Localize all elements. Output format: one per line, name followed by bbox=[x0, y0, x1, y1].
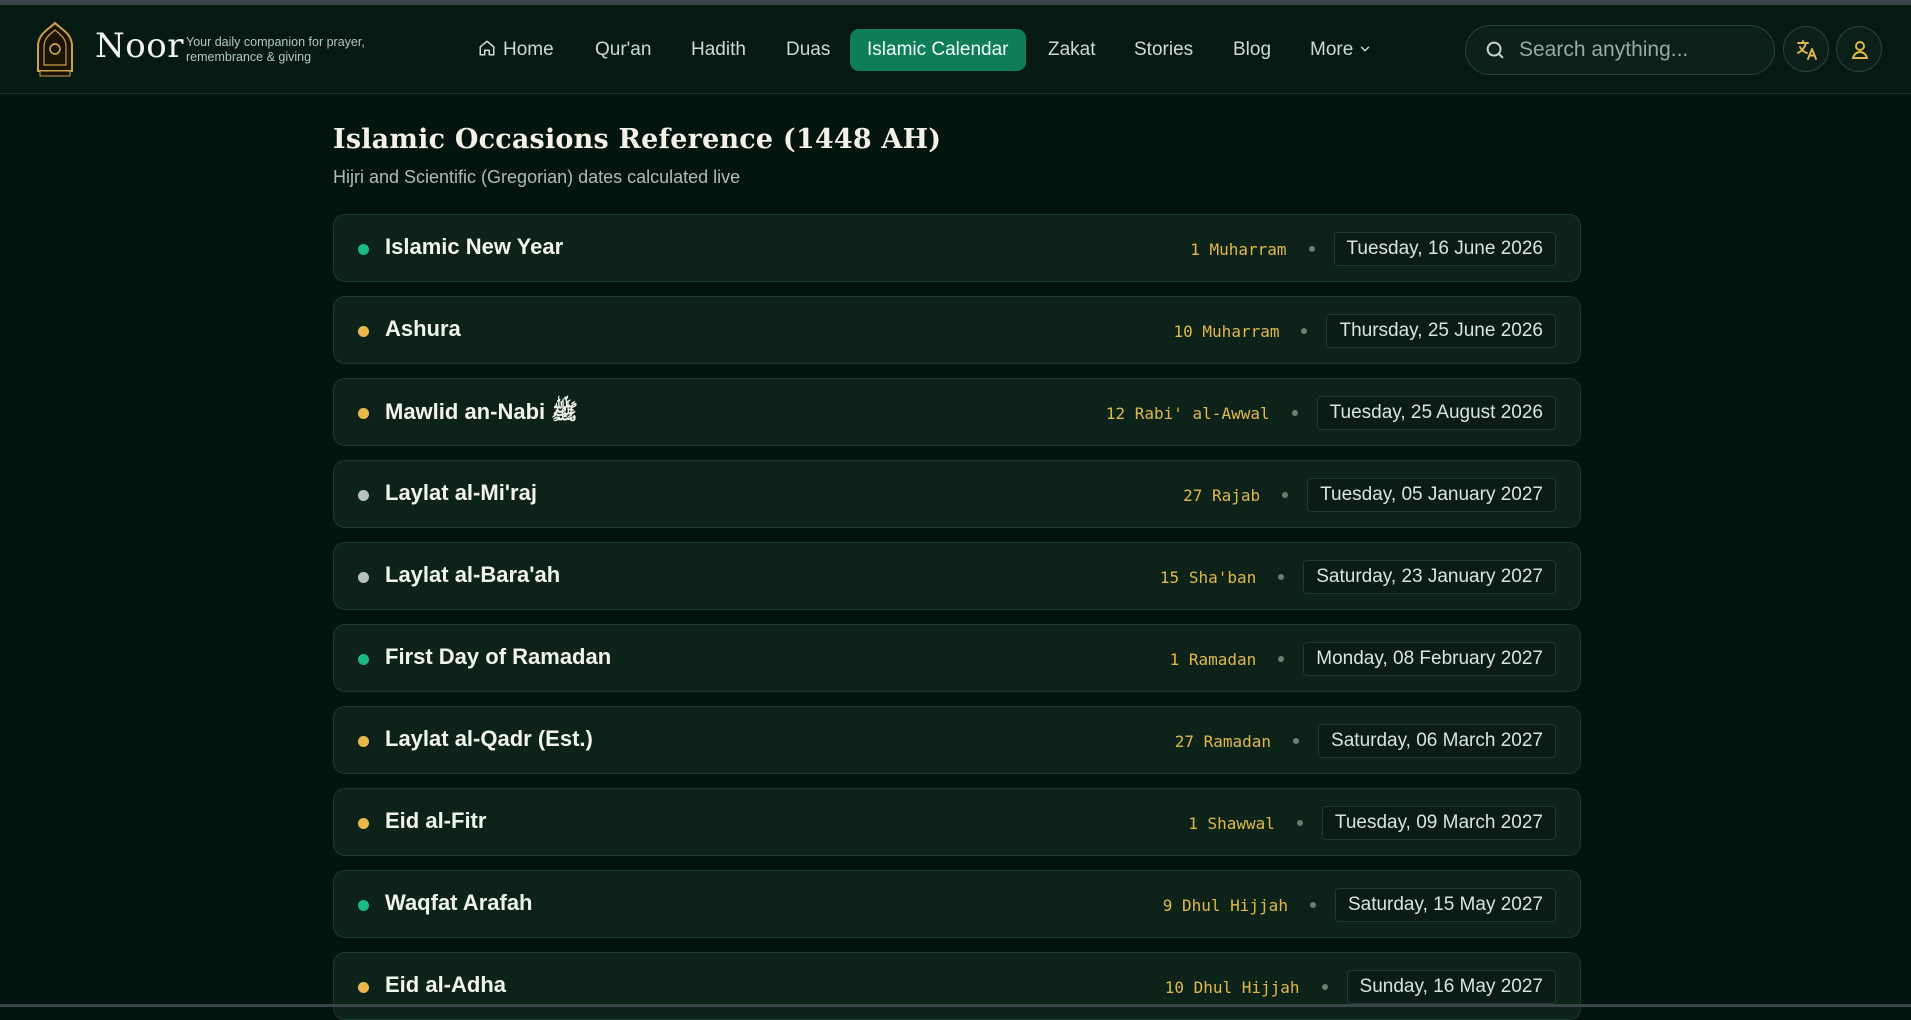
brand-name[interactable]: Noor bbox=[95, 26, 184, 66]
occasion-name: First Day of Ramadan bbox=[385, 644, 612, 669]
nav-home[interactable]: Home bbox=[478, 29, 554, 71]
status-dot bbox=[358, 244, 369, 255]
separator-dot bbox=[1282, 492, 1289, 498]
page-title: Islamic Occasions Reference (1448 AH) bbox=[333, 124, 942, 155]
occasion-dates: 15 Sha'ban Saturday, 23 January 2027 bbox=[1159, 560, 1556, 594]
occasion-dates: 12 Rabi' al-Awwal Tuesday, 25 August 202… bbox=[1105, 396, 1556, 430]
search-box[interactable] bbox=[1465, 25, 1775, 75]
status-dot bbox=[358, 490, 369, 501]
occasion-name: Ashura bbox=[385, 316, 461, 341]
status-dot bbox=[358, 818, 369, 829]
gregorian-date: Monday, 08 February 2027 bbox=[1303, 642, 1556, 676]
occasion-card[interactable]: Waqfat Arafah 9 Dhul Hijjah Saturday, 15… bbox=[333, 870, 1581, 938]
status-dot bbox=[358, 408, 369, 419]
separator-dot bbox=[1293, 738, 1300, 744]
hijri-date: 1 Shawwal bbox=[1188, 813, 1275, 833]
separator-dot bbox=[1309, 902, 1316, 908]
occasion-card[interactable]: First Day of Ramadan 1 Ramadan Monday, 0… bbox=[333, 624, 1581, 692]
gregorian-date: Tuesday, 05 January 2027 bbox=[1307, 478, 1556, 512]
site-header: Noor Your daily companion for prayer, re… bbox=[0, 5, 1911, 94]
hijri-date: 27 Ramadan bbox=[1174, 731, 1272, 751]
noor-logo[interactable] bbox=[35, 21, 75, 77]
occasion-dates: 10 Dhul Hijjah Sunday, 16 May 2027 bbox=[1164, 970, 1556, 1004]
occasion-card[interactable]: Mawlid an-Nabi ﷺ 12 Rabi' al-Awwal Tuesd… bbox=[333, 378, 1581, 446]
hijri-date: 12 Rabi' al-Awwal bbox=[1105, 403, 1270, 423]
nav-more-label: More bbox=[1310, 39, 1354, 60]
separator-dot bbox=[1296, 820, 1303, 826]
occasion-dates: 9 Dhul Hijjah Saturday, 15 May 2027 bbox=[1162, 888, 1556, 922]
hijri-date: 10 Muharram bbox=[1173, 321, 1280, 341]
occasion-card[interactable]: Eid al-Adha 10 Dhul Hijjah Sunday, 16 Ma… bbox=[333, 952, 1581, 1020]
separator-dot bbox=[1278, 656, 1285, 662]
hijri-date: 1 Muharram bbox=[1190, 239, 1287, 259]
gregorian-date: Saturday, 15 May 2027 bbox=[1334, 888, 1556, 922]
search-icon bbox=[1486, 41, 1504, 59]
hijri-date: 9 Dhul Hijjah bbox=[1162, 895, 1288, 915]
hijri-date: 10 Dhul Hijjah bbox=[1164, 977, 1300, 997]
gregorian-date: Tuesday, 09 March 2027 bbox=[1321, 806, 1556, 840]
status-dot bbox=[358, 572, 369, 583]
occasion-card[interactable]: Eid al-Fitr 1 Shawwal Tuesday, 09 March … bbox=[333, 788, 1581, 856]
nav-blog[interactable]: Blog bbox=[1233, 29, 1271, 71]
home-icon bbox=[479, 40, 495, 56]
nav-stories[interactable]: Stories bbox=[1134, 29, 1193, 71]
occasion-name: Laylat al-Mi'raj bbox=[385, 480, 537, 505]
gregorian-date: Saturday, 23 January 2027 bbox=[1303, 560, 1556, 594]
gregorian-date: Tuesday, 16 June 2026 bbox=[1333, 232, 1556, 266]
occasion-name: Laylat al-Qadr (Est.) bbox=[385, 726, 593, 751]
chevron-down-icon bbox=[1361, 46, 1370, 52]
separator-dot bbox=[1308, 246, 1315, 252]
brand-tagline: Your daily companion for prayer, remembr… bbox=[186, 35, 365, 64]
nav-quran[interactable]: Qur'an bbox=[595, 29, 651, 71]
occasion-dates: 1 Shawwal Tuesday, 09 March 2027 bbox=[1188, 806, 1556, 840]
occasion-name: Waqfat Arafah bbox=[385, 890, 533, 915]
occasion-name: Islamic New Year bbox=[385, 234, 564, 259]
nav-duas[interactable]: Duas bbox=[786, 29, 830, 71]
occasion-dates: 1 Muharram Tuesday, 16 June 2026 bbox=[1190, 232, 1556, 266]
hijri-date: 15 Sha'ban bbox=[1159, 567, 1257, 587]
language-button[interactable] bbox=[1783, 26, 1829, 72]
gregorian-date: Sunday, 16 May 2027 bbox=[1346, 970, 1556, 1004]
separator-dot bbox=[1278, 574, 1285, 580]
status-dot bbox=[358, 654, 369, 665]
status-dot bbox=[358, 736, 369, 747]
nav-islamic-calendar[interactable]: Islamic Calendar bbox=[850, 29, 1026, 71]
occasion-name: Laylat al-Bara'ah bbox=[385, 562, 561, 587]
separator-dot bbox=[1301, 328, 1308, 334]
occasion-dates: 1 Ramadan Monday, 08 February 2027 bbox=[1169, 642, 1556, 676]
profile-button[interactable] bbox=[1836, 26, 1882, 72]
user-icon bbox=[1851, 41, 1869, 59]
occasion-dates: 27 Ramadan Saturday, 06 March 2027 bbox=[1174, 724, 1556, 758]
translate-icon bbox=[1797, 40, 1817, 60]
page-subtitle: Hijri and Scientific (Gregorian) dates c… bbox=[333, 167, 741, 187]
hijri-date: 1 Ramadan bbox=[1169, 649, 1257, 669]
search-input[interactable] bbox=[1517, 34, 1761, 66]
separator-dot bbox=[1321, 984, 1328, 990]
occasion-card[interactable]: Laylat al-Mi'raj 27 Rajab Tuesday, 05 Ja… bbox=[333, 460, 1581, 528]
gregorian-date: Saturday, 06 March 2027 bbox=[1318, 724, 1556, 758]
nav-hadith[interactable]: Hadith bbox=[691, 29, 746, 71]
nav-zakat[interactable]: Zakat bbox=[1048, 29, 1096, 71]
occasion-dates: 10 Muharram Thursday, 25 June 2026 bbox=[1173, 314, 1556, 348]
nav-more[interactable]: More bbox=[1310, 29, 1372, 71]
separator-dot bbox=[1291, 410, 1298, 416]
occasion-card[interactable]: Islamic New Year 1 Muharram Tuesday, 16 … bbox=[333, 214, 1581, 282]
occasion-card[interactable]: Laylat al-Bara'ah 15 Sha'ban Saturday, 2… bbox=[333, 542, 1581, 610]
gregorian-date: Thursday, 25 June 2026 bbox=[1326, 314, 1556, 348]
occasion-card[interactable]: Laylat al-Qadr (Est.) 27 Ramadan Saturda… bbox=[333, 706, 1581, 774]
occasion-name: Eid al-Fitr bbox=[385, 808, 487, 833]
occasion-name: Eid al-Adha bbox=[385, 972, 507, 997]
occasion-card[interactable]: Ashura 10 Muharram Thursday, 25 June 202… bbox=[333, 296, 1581, 364]
status-dot bbox=[358, 982, 369, 993]
status-dot bbox=[358, 900, 369, 911]
gregorian-date: Tuesday, 25 August 2026 bbox=[1316, 396, 1556, 430]
nav-home-label: Home bbox=[503, 39, 554, 60]
occasion-dates: 27 Rajab Tuesday, 05 January 2027 bbox=[1183, 478, 1556, 512]
status-dot bbox=[358, 326, 369, 337]
occasion-name: Mawlid an-Nabi ﷺ bbox=[385, 399, 578, 424]
hijri-date: 27 Rajab bbox=[1183, 485, 1261, 505]
